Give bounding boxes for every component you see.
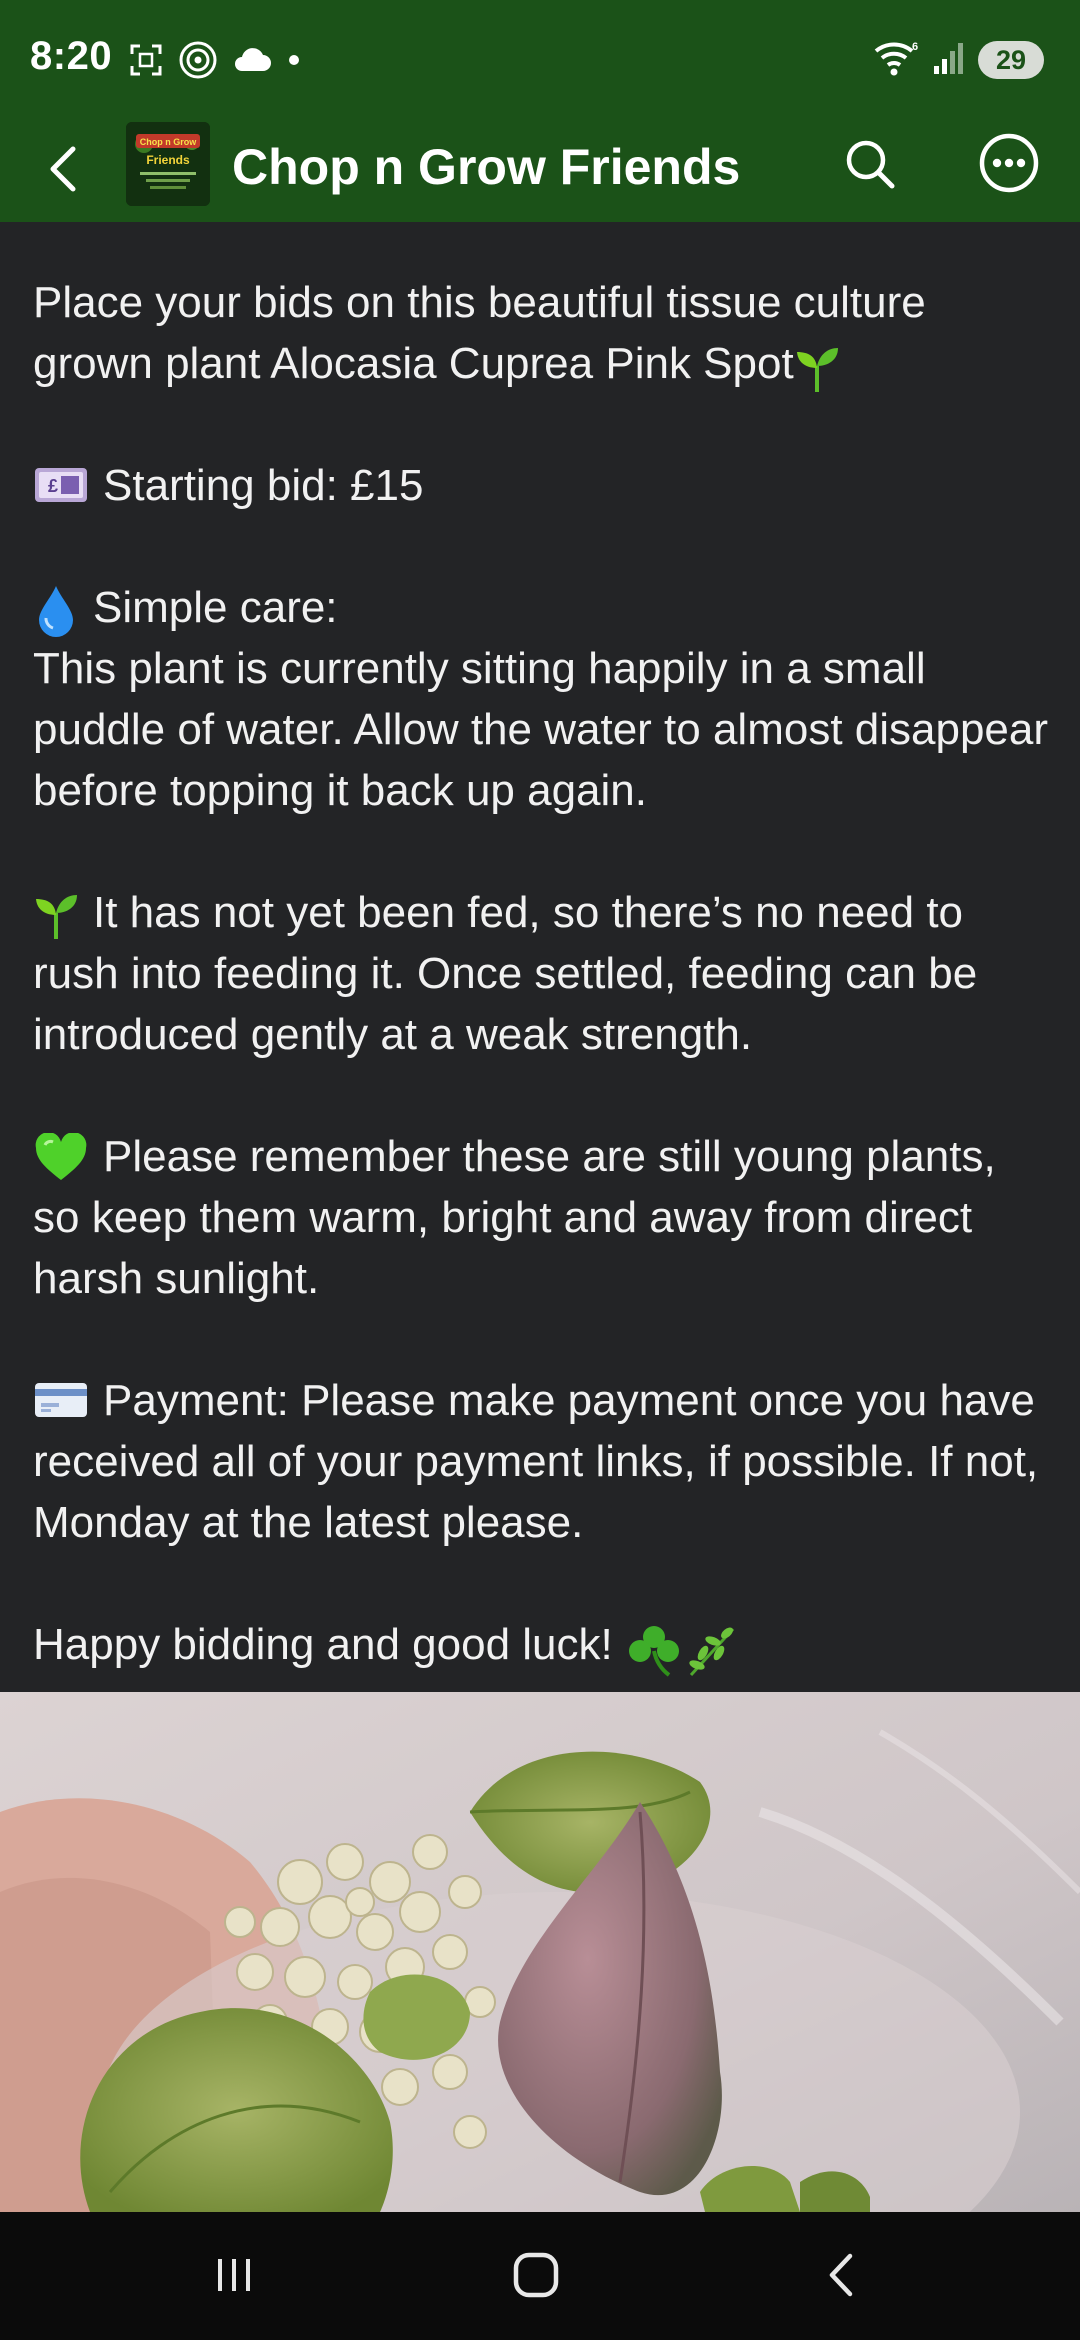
- green-heart-emoji-icon: [33, 1133, 89, 1180]
- hotspot-icon: [178, 40, 218, 85]
- starting-bid-paragraph: £ Starting bid: £15: [33, 455, 1053, 516]
- care-paragraph: Simple care: This plant is currently sit…: [33, 577, 1053, 821]
- closing-paragraph: Happy bidding and good luck!: [33, 1614, 1053, 1677]
- payment-paragraph: Payment: Please make payment once you ha…: [33, 1370, 1053, 1553]
- back-nav-button[interactable]: [800, 2242, 880, 2312]
- recent-apps-icon: [212, 2253, 256, 2302]
- shamrock-emoji-icon: [625, 1623, 683, 1677]
- screenshot-icon: [128, 42, 164, 83]
- navigation-bar: [0, 2212, 1080, 2340]
- status-bar: 8:20 6 29: [0, 0, 1080, 120]
- feeding-text: It has not yet been fed, so there’s no n…: [33, 888, 978, 1059]
- more-options-icon: [978, 132, 1040, 199]
- home-icon: [511, 2250, 561, 2305]
- search-icon: [843, 137, 897, 196]
- recent-apps-button[interactable]: [194, 2242, 274, 2312]
- cloud-icon: [232, 45, 272, 80]
- seedling-emoji-icon: [33, 889, 79, 939]
- starting-bid-text: Starting bid: £15: [103, 461, 424, 510]
- back-arrow-icon: [45, 144, 81, 199]
- feeding-paragraph: It has not yet been fed, so there’s no n…: [33, 882, 1053, 1065]
- back-button[interactable]: [36, 144, 90, 198]
- wifi-icon: 6: [872, 39, 920, 82]
- young-plants-paragraph: Please remember these are still young pl…: [33, 1126, 1053, 1309]
- status-icons-right: 6 29: [872, 38, 1044, 82]
- credit-card-emoji-icon: [33, 1377, 89, 1423]
- droplet-emoji-icon: [33, 584, 79, 637]
- herb-emoji-icon: [683, 1623, 741, 1677]
- svg-text:6: 6: [912, 41, 918, 53]
- signal-icon: [932, 40, 966, 81]
- young-plants-text: Please remember these are still young pl…: [33, 1132, 996, 1303]
- more-options-button[interactable]: [976, 132, 1042, 198]
- back-nav-icon: [820, 2250, 860, 2305]
- care-heading: Simple care:: [93, 583, 338, 632]
- intro-line-1: Place your bids on this beautiful tissue…: [33, 278, 926, 327]
- pound-banknote-emoji-icon: £: [33, 462, 89, 508]
- svg-text:Friends: Friends: [146, 153, 190, 167]
- svg-text:£: £: [48, 476, 58, 496]
- closing-text: Happy bidding and good luck!: [33, 1620, 613, 1669]
- care-text: This plant is currently sitting happily …: [33, 644, 1049, 815]
- plant-photo[interactable]: [0, 1692, 1080, 2212]
- app-bar: Chop n Grow Friends Chop n Grow Friends: [0, 120, 1080, 222]
- home-button[interactable]: [496, 2242, 576, 2312]
- battery-icon: 29: [978, 41, 1044, 79]
- group-logo[interactable]: Chop n Grow Friends: [126, 122, 210, 206]
- payment-text: Payment: Please make payment once you ha…: [33, 1376, 1039, 1547]
- intro-paragraph: Place your bids on this beautiful tissue…: [33, 272, 1053, 394]
- seedling-emoji-icon: [794, 342, 840, 392]
- svg-text:Chop n Grow: Chop n Grow: [140, 137, 197, 147]
- group-title[interactable]: Chop n Grow Friends: [232, 138, 740, 196]
- status-time: 8:20: [30, 34, 113, 78]
- search-button[interactable]: [838, 134, 902, 198]
- intro-line-2: grown plant Alocasia Cuprea Pink Spot: [33, 339, 794, 388]
- post-body: Place your bids on this beautiful tissue…: [0, 222, 1080, 1692]
- post-text: Place your bids on this beautiful tissue…: [33, 272, 1053, 1677]
- status-icons-left: [128, 40, 302, 84]
- dot-icon: [286, 52, 302, 73]
